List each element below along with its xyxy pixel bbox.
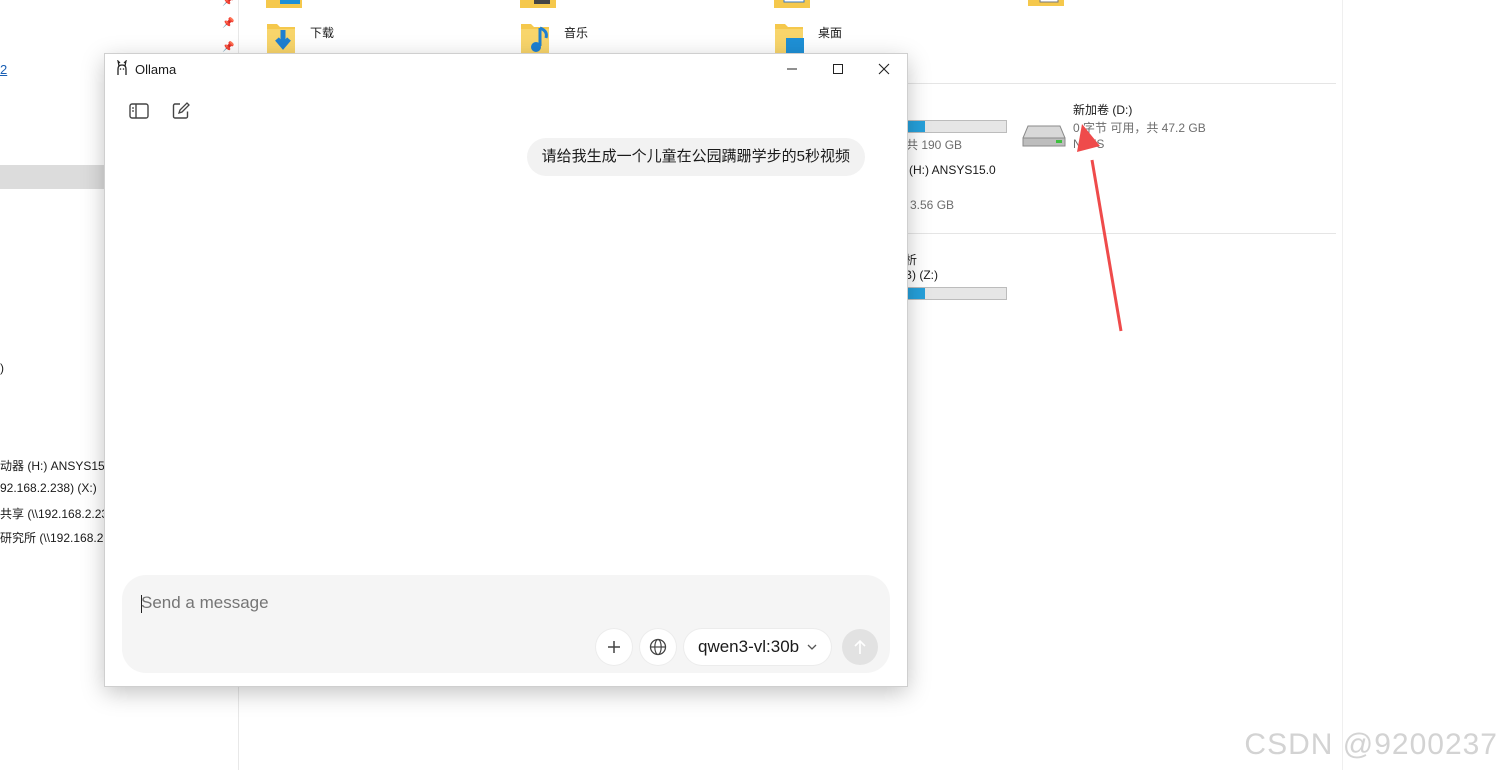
drive-d-filesystem: NTFS [1073,137,1105,151]
minimize-icon [787,68,797,70]
folder-desktop[interactable]: 桌面 [774,18,894,58]
nav-item[interactable]: ) [0,361,4,375]
new-chat-button[interactable] [170,100,192,122]
toggle-sidebar-button[interactable] [128,100,150,122]
pin-icon: 📌 [222,42,235,53]
hard-drive-icon [1022,125,1066,147]
model-selector[interactable]: qwen3-vl:30b [684,629,832,665]
send-button[interactable] [842,629,878,665]
ollama-llama-icon [117,60,127,75]
pin-icon: 📌 [222,0,235,7]
close-icon [878,63,890,75]
maximize-button[interactable] [815,54,861,84]
watermark: CSDN @9200237 [1244,728,1498,761]
plus-icon [608,641,620,653]
user-message-bubble: 请给我生成一个儿童在公园蹒跚学步的5秒视频 [526,138,865,176]
maximize-icon [833,64,843,74]
folder-music[interactable]: 音乐 [520,18,640,58]
compose-icon [172,102,190,119]
folder-icon [1028,0,1064,6]
model-name: qwen3-vl:30b [698,637,800,656]
minimize-button[interactable] [769,54,815,84]
ollama-window: Ollama 请给我生成一个儿童在公园蹒跚学步的5秒视频 Send a mess… [105,54,907,686]
nav-item-network-share[interactable]: 研究所 (\\192.168.2. [0,529,107,546]
pane-divider [1342,0,1343,770]
drive-h-size: 3.56 GB [910,198,955,212]
folder-icon [774,0,810,8]
globe-icon [649,638,667,656]
window-title: Ollama [135,62,177,77]
arrow-up-icon [854,639,866,654]
pin-icon: 📌 [222,18,235,29]
title-bar[interactable]: Ollama [105,54,907,84]
nav-item-drive-h[interactable]: 动器 (H:) ANSYS15 [0,457,105,474]
drive-d-name[interactable]: 新加卷 (D:) [1073,101,1132,118]
nav-link[interactable]: 2 [0,62,7,77]
desktop-folder-icon [775,24,804,54]
download-folder-icon [267,24,295,53]
web-search-button[interactable] [640,629,676,665]
close-button[interactable] [861,54,907,84]
music-folder-icon [521,24,549,53]
drive-h-name[interactable]: (H:) ANSYS15.0 [909,163,996,177]
folder-downloads[interactable]: 下载 [266,18,386,58]
drive-c-capacity: 共 190 GB [906,138,963,152]
folder-icon [520,0,556,8]
folder-label: 桌面 [818,26,843,40]
nav-item-drive-x[interactable]: 92.168.2.238) (X:) [0,481,97,495]
folder-label: 音乐 [564,26,589,40]
drive-d-space: 0 字节 可用，共 47.2 GB [1073,121,1206,135]
chevron-down-icon [807,644,817,650]
folder-label: 下载 [310,26,335,40]
message-input[interactable] [141,589,841,617]
drive-z-name[interactable]: B) (Z:) [904,268,938,282]
nav-item-network-share[interactable]: 共享 (\\192.168.2.23 [0,505,108,522]
message-composer: qwen3-vl:30b [122,575,890,673]
sidebar-icon [129,103,149,119]
folder-icon [266,0,302,8]
attach-button[interactable] [596,629,632,665]
